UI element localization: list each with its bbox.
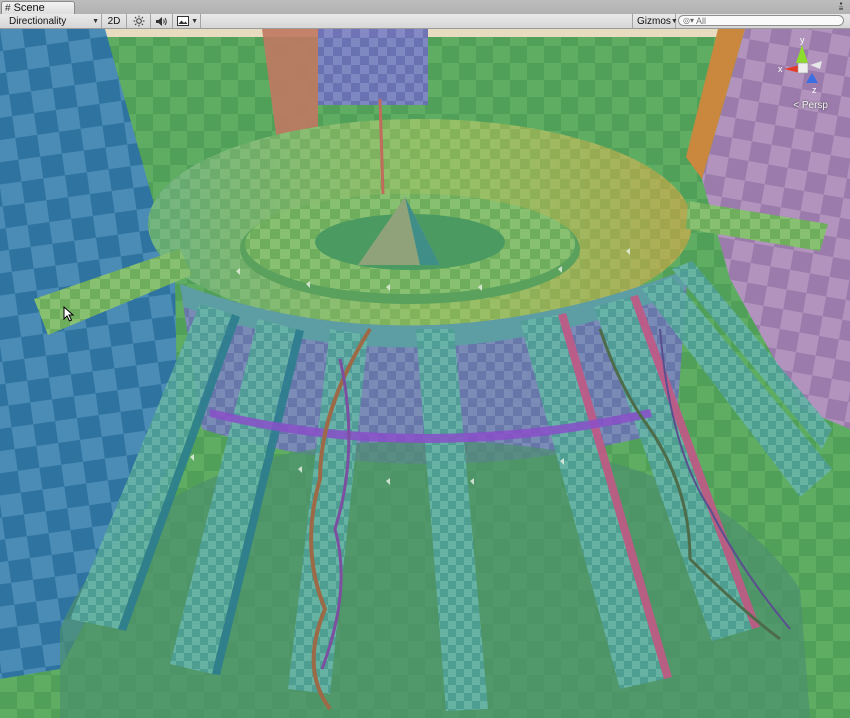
axis-x-label: x [778, 64, 783, 74]
chevron-down-icon: ▼ [191, 17, 198, 25]
search-icon: ◎▾ [683, 16, 694, 25]
chevron-down-icon: ▼ [92, 17, 99, 25]
perspective-icon: < [793, 100, 800, 111]
scene-render [0, 29, 850, 718]
mouse-cursor-icon [63, 306, 75, 322]
projection-label: Persp [801, 100, 828, 111]
image-icon [177, 16, 189, 26]
hierarchy-search[interactable]: ◎▾ [678, 15, 844, 26]
search-input[interactable] [694, 16, 836, 25]
tab-strip: # Scene ▪ ≡ [0, 0, 850, 15]
lighting-toggle-button[interactable] [127, 14, 151, 28]
projection-toggle[interactable]: < Persp [793, 100, 828, 111]
effects-dropdown[interactable]: ▼ [173, 14, 201, 28]
axis-z-cone [806, 73, 818, 83]
scene-toolbar: Directionality ▼ 2D ▼ Gizmos ▼ ◎▾ All [0, 14, 850, 29]
tab-scene[interactable]: # Scene [1, 1, 75, 14]
audio-toggle-button[interactable] [151, 14, 173, 28]
gizmos-label: Gizmos [637, 15, 671, 27]
2d-toggle-label: 2D [107, 15, 121, 27]
axis-y-label: y [800, 35, 805, 45]
axis-y-cone [796, 45, 808, 63]
axis-z-label: z [812, 85, 817, 95]
gizmos-dropdown[interactable]: Gizmos ▼ [632, 14, 678, 28]
draw-mode-dropdown[interactable]: Directionality ▼ [0, 14, 102, 28]
window-menu-icon[interactable]: ▪ ≡ [836, 0, 846, 13]
sun-icon [133, 15, 144, 27]
draw-mode-label: Directionality [9, 15, 67, 27]
axis-x-cone [784, 65, 800, 73]
chevron-down-icon: ▼ [670, 17, 678, 25]
scene-icon: # [5, 2, 11, 14]
tab-scene-label: Scene [13, 1, 45, 14]
scene-viewport[interactable]: y x z < Persp [0, 29, 850, 718]
speaker-icon [156, 16, 167, 26]
2d-toggle-button[interactable]: 2D [102, 14, 127, 28]
